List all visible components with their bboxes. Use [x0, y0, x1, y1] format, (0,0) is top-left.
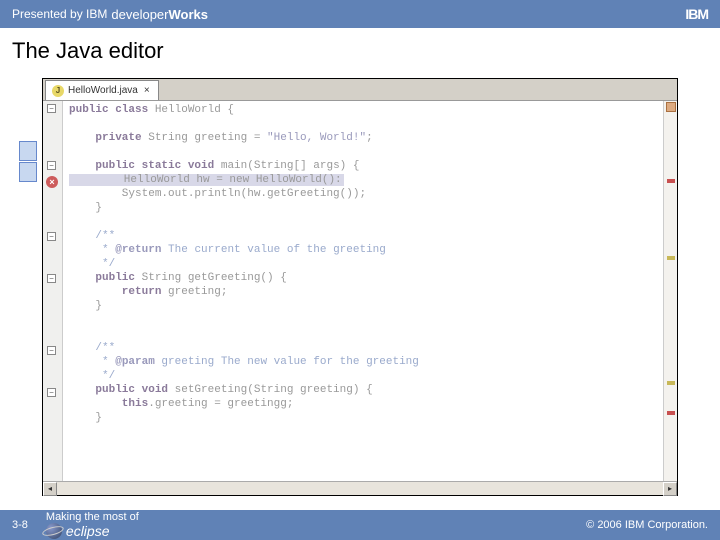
copyright-label: © 2006 IBM Corporation.: [586, 519, 708, 531]
eclipse-logo: eclipse: [46, 523, 139, 539]
folding-guide-external: [19, 141, 41, 183]
editor-tab[interactable]: J HelloWorld.java ×: [45, 80, 159, 100]
scroll-left-icon[interactable]: ◂: [43, 482, 57, 496]
code-line: return greeting;: [69, 286, 663, 300]
guide-block: [19, 141, 37, 161]
scroll-right-icon[interactable]: ▸: [663, 482, 677, 496]
ibm-logo: IBM: [685, 6, 708, 22]
fold-toggle-icon[interactable]: −: [47, 346, 56, 355]
fold-toggle-icon[interactable]: −: [47, 388, 56, 397]
code-line: HelloWorld hw = new HelloWorld():: [69, 174, 663, 188]
code-line: System.out.println(hw.getGreeting());: [69, 188, 663, 202]
error-marker-icon[interactable]: ×: [46, 176, 58, 188]
close-icon[interactable]: ×: [142, 86, 152, 96]
left-gutter[interactable]: − − × − − − −: [43, 101, 63, 481]
java-file-icon: J: [52, 85, 64, 97]
ruler-warning-mark[interactable]: [667, 256, 675, 260]
code-text-area[interactable]: public class HelloWorld { private String…: [63, 101, 663, 481]
code-line: public class HelloWorld {: [69, 104, 663, 118]
scroll-track[interactable]: [57, 482, 663, 495]
guide-block: [19, 162, 37, 182]
editor-tab-bar: J HelloWorld.java ×: [43, 79, 677, 101]
code-line: [69, 146, 663, 160]
eclipse-editor-window: J HelloWorld.java × − − × − − − − public…: [42, 78, 678, 496]
code-line: }: [69, 412, 663, 426]
code-line: this.greeting = greetingg;: [69, 398, 663, 412]
fold-toggle-icon[interactable]: −: [47, 274, 56, 283]
code-line: /**: [69, 342, 663, 356]
developerworks-brand: developerWorks: [111, 7, 208, 22]
footer-left: 3-8 Making the most of eclipse: [12, 511, 139, 539]
code-line: public static void main(String[] args) {: [69, 160, 663, 174]
code-line: private String greeting = "Hello, World!…: [69, 132, 663, 146]
tab-filename: HelloWorld.java: [68, 85, 138, 96]
horizontal-scrollbar[interactable]: ◂ ▸: [43, 481, 677, 495]
code-line: */: [69, 258, 663, 272]
ruler-error-mark[interactable]: [667, 411, 675, 415]
fold-toggle-icon[interactable]: −: [47, 104, 56, 113]
code-line: /**: [69, 230, 663, 244]
fold-toggle-icon[interactable]: −: [47, 232, 56, 241]
code-line: [69, 118, 663, 132]
page-number: 3-8: [12, 519, 28, 531]
code-line: }: [69, 202, 663, 216]
footer-subtitle: Making the most of eclipse: [46, 511, 139, 539]
ruler-status-icon: [666, 102, 676, 112]
code-line: public void setGreeting(String greeting)…: [69, 384, 663, 398]
fold-toggle-icon[interactable]: −: [47, 161, 56, 170]
code-line: [69, 328, 663, 342]
slide-header: Presented by IBM developerWorks IBM: [0, 0, 720, 28]
code-line: }: [69, 300, 663, 314]
page-title: The Java editor: [0, 28, 720, 70]
overview-ruler[interactable]: [663, 101, 677, 481]
ruler-error-mark[interactable]: [667, 179, 675, 183]
presented-by-label: Presented by IBM: [12, 7, 107, 21]
slide-footer: 3-8 Making the most of eclipse © 2006 IB…: [0, 510, 720, 540]
editor-body: − − × − − − − public class HelloWorld { …: [43, 101, 677, 481]
ruler-warning-mark[interactable]: [667, 381, 675, 385]
code-line: [69, 314, 663, 328]
code-line: * @return The current value of the greet…: [69, 244, 663, 258]
code-line: */: [69, 370, 663, 384]
code-line: * @param greeting The new value for the …: [69, 356, 663, 370]
header-left: Presented by IBM developerWorks: [12, 7, 208, 22]
code-line: [69, 216, 663, 230]
code-line: public String getGreeting() {: [69, 272, 663, 286]
eclipse-orb-icon: [46, 523, 62, 539]
